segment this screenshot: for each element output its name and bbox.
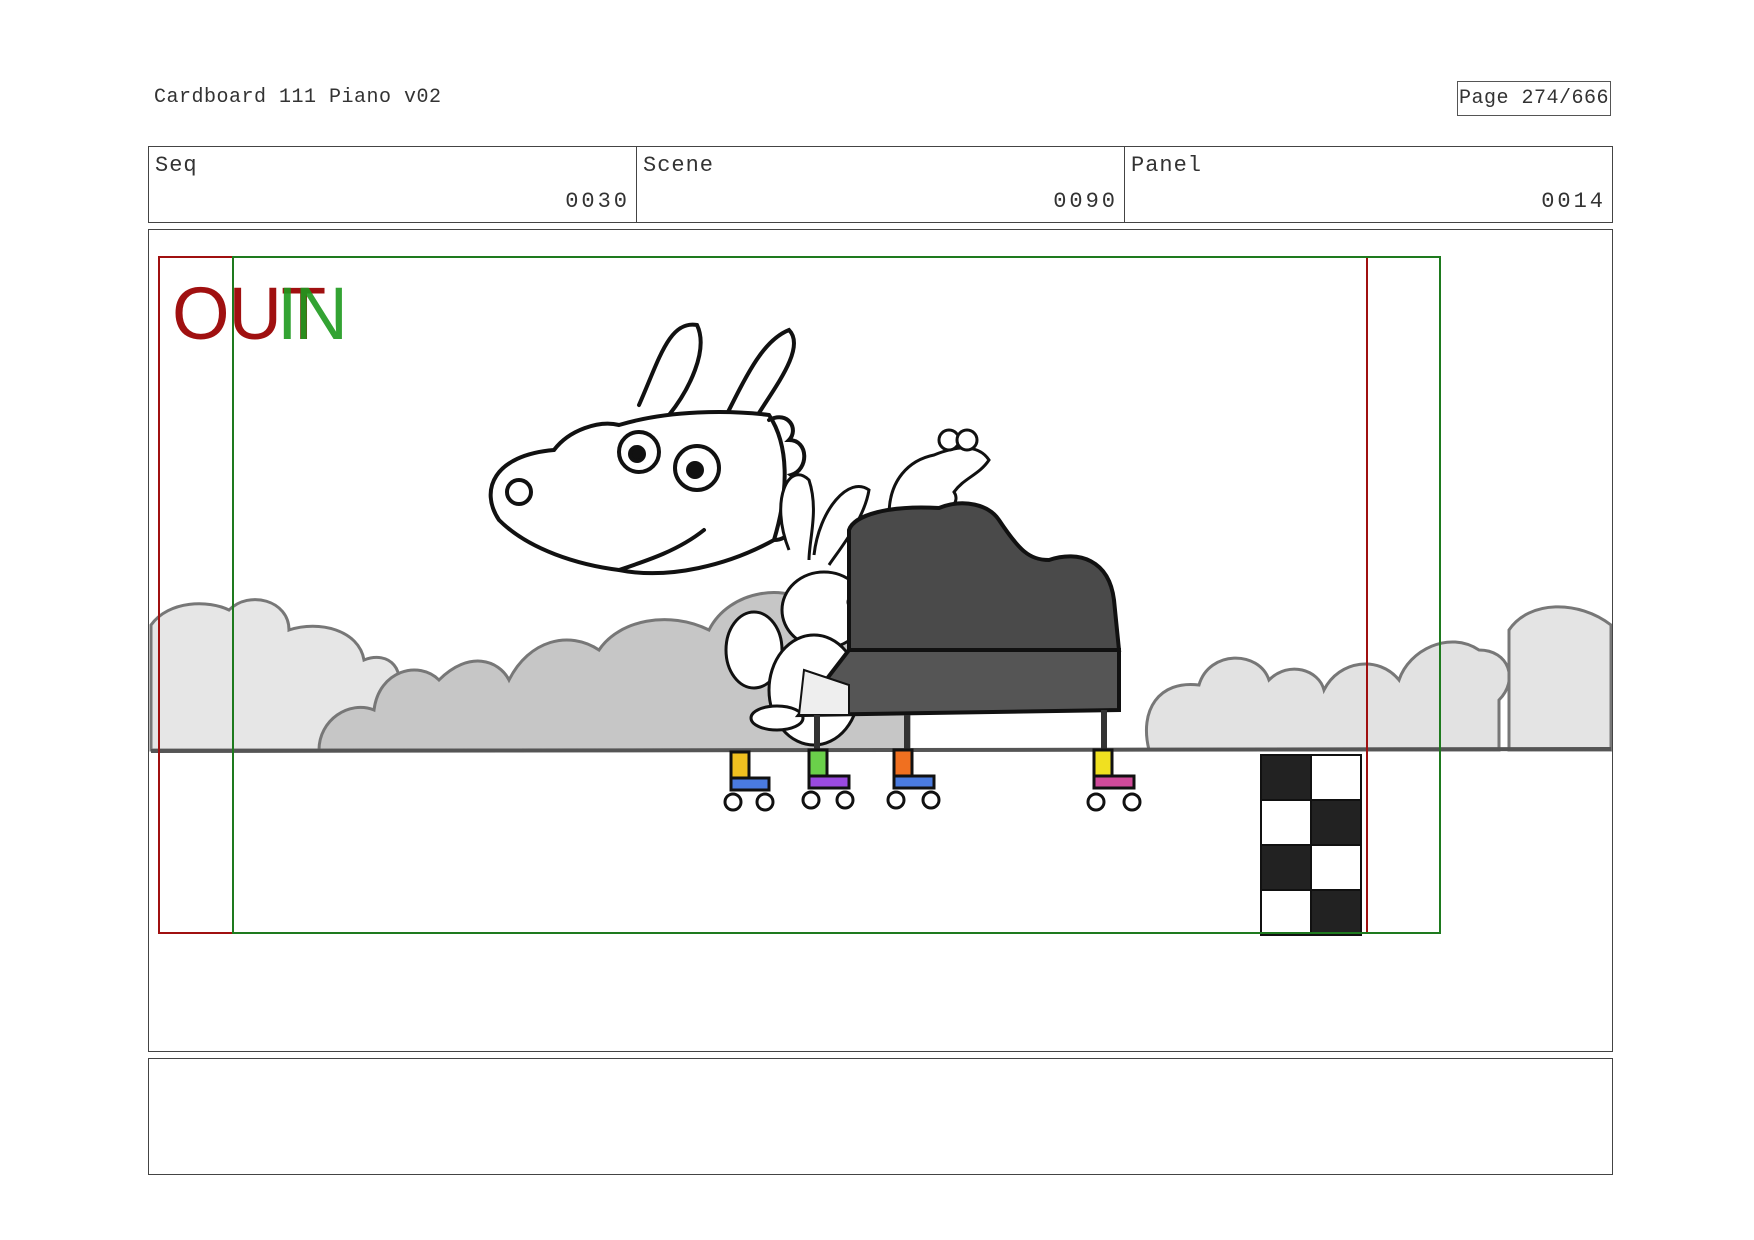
seq-value: 0030 [565,189,630,214]
shot-info-table: Seq 0030 Scene 0090 Panel 0014 [148,146,1613,223]
panel-drawing [149,256,1612,936]
checkered-pattern [1260,754,1362,936]
notes-box[interactable] [148,1058,1613,1175]
frog [887,428,991,517]
roller-skates [723,748,1142,812]
scene-cell: Scene 0090 [637,147,1125,222]
scene-label: Scene [643,153,715,178]
panel-label: Panel [1131,153,1203,178]
document-title: Cardboard 111 Piano v02 [154,86,442,109]
panel-cell: Panel 0014 [1125,147,1612,222]
seq-label: Seq [155,153,198,178]
seq-cell: Seq 0030 [149,147,637,222]
page-indicator: Page 274/666 [1457,81,1611,116]
in-label: IN [277,272,348,355]
dragon-head [488,322,807,576]
panel-value: 0014 [1541,189,1606,214]
storyboard-panel: OUT IN [148,229,1613,1052]
ground-line [150,747,1612,753]
scene-value: 0090 [1053,189,1118,214]
